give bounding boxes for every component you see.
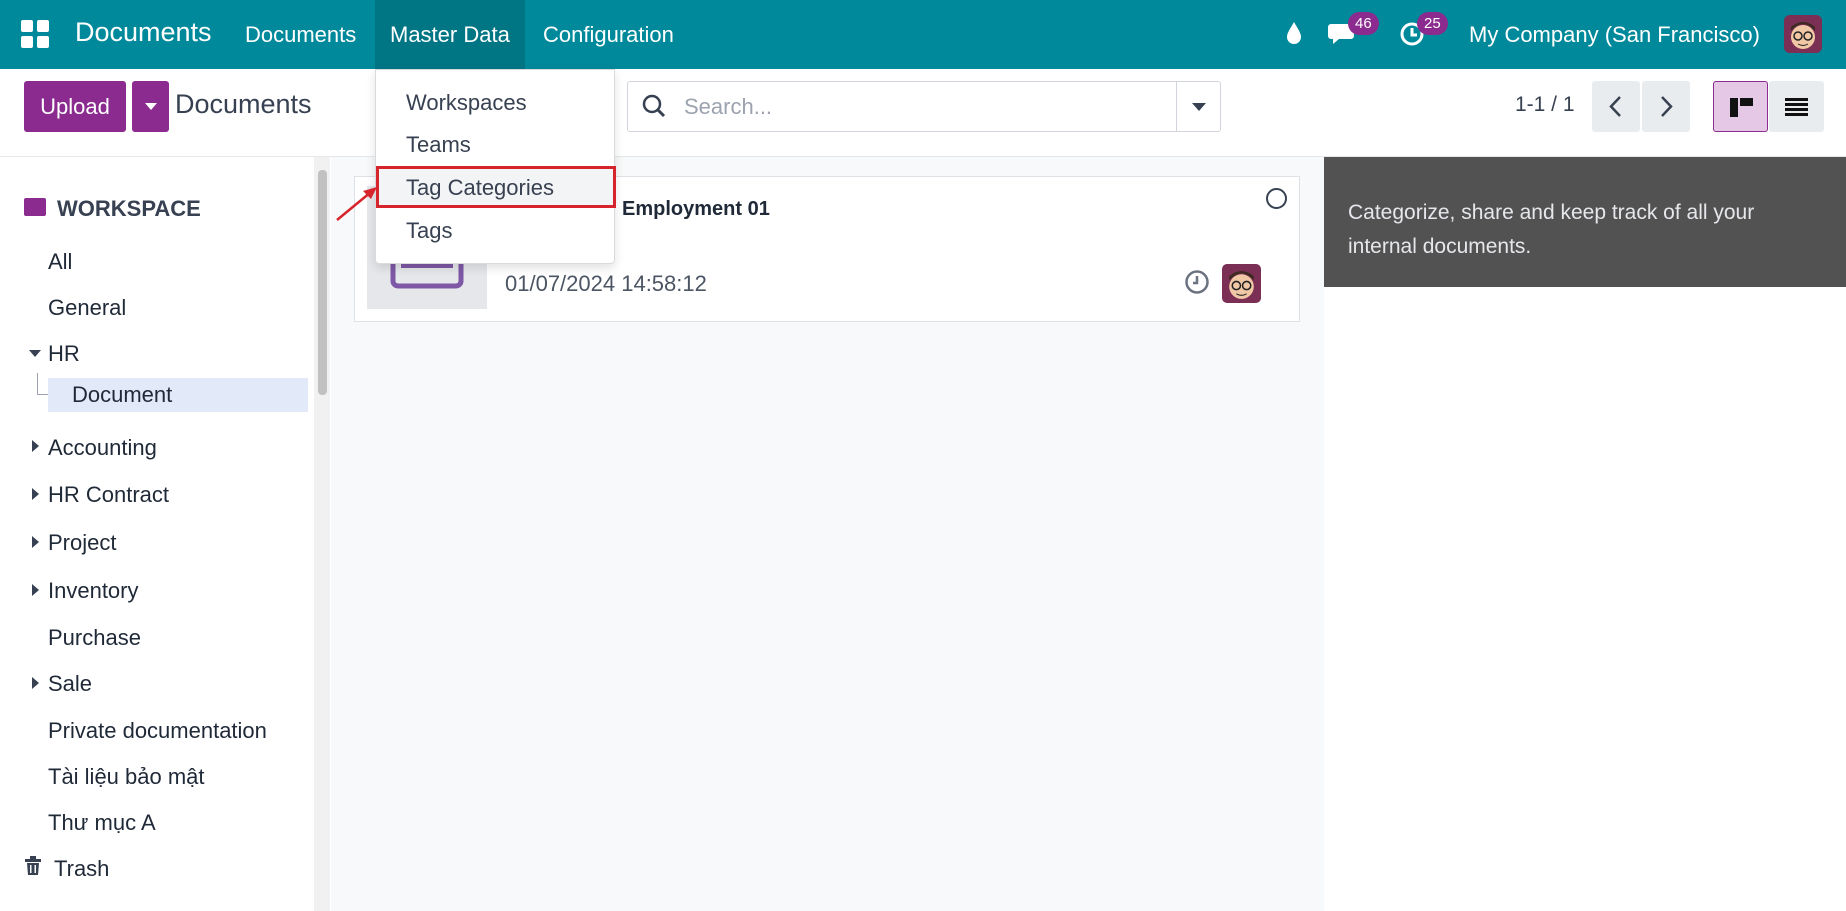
- annotation-arrow: [336, 187, 377, 221]
- sidebar-item-project[interactable]: Project: [48, 530, 116, 556]
- dropdown-item-tag-categories[interactable]: Tag Categories: [406, 175, 554, 201]
- pager-next-button[interactable]: [1642, 81, 1690, 132]
- document-date: 01/07/2024 14:58:12: [505, 271, 707, 296]
- sidebar-item-trash[interactable]: Trash: [54, 856, 109, 882]
- search-icon: [642, 94, 666, 118]
- folder-icon: [24, 198, 46, 216]
- workspace-header: WORKSPACE: [57, 196, 201, 221]
- menu-master-data[interactable]: Master Data: [375, 0, 525, 69]
- sidebar-item-sale[interactable]: Sale: [48, 671, 92, 697]
- user-avatar[interactable]: [1784, 15, 1822, 53]
- caret-right-icon[interactable]: [32, 584, 39, 596]
- company-switcher[interactable]: My Company (San Francisco): [1469, 22, 1760, 48]
- sidebar-scroll-thumb[interactable]: [318, 170, 327, 395]
- document-title[interactable]: Employment 01: [622, 198, 770, 221]
- apps-menu-icon[interactable]: [21, 20, 49, 48]
- search-options-toggle[interactable]: [1176, 81, 1221, 132]
- top-navbar: Documents Documents Master Data Configur…: [0, 0, 1846, 69]
- sidebar-item-hr[interactable]: HR: [48, 341, 80, 367]
- sidebar-item-all[interactable]: All: [48, 249, 72, 275]
- trash-icon: [25, 856, 41, 875]
- sidebar-item-thu-muc-a[interactable]: Thư mục A: [48, 810, 156, 836]
- activity-clock-icon[interactable]: [1184, 269, 1210, 295]
- sidebar-item-general[interactable]: General: [48, 295, 126, 321]
- sidebar-item-accounting[interactable]: Accounting: [48, 435, 157, 461]
- list-icon: [1785, 98, 1808, 116]
- app-brand[interactable]: Documents: [75, 17, 212, 48]
- master-data-dropdown: Workspaces Teams Tag Categories Tags: [375, 69, 616, 264]
- caret-right-icon[interactable]: [32, 677, 39, 689]
- kanban-icon: [1730, 98, 1753, 117]
- caret-right-icon[interactable]: [32, 440, 39, 452]
- activity-badge: 25: [1417, 12, 1448, 35]
- page-title: Documents: [175, 89, 312, 119]
- owner-avatar[interactable]: [1222, 264, 1261, 303]
- list-view-button[interactable]: [1769, 81, 1824, 132]
- sidebar-item-inventory[interactable]: Inventory: [48, 578, 139, 604]
- chevron-left-icon: [1609, 96, 1621, 117]
- menu-documents[interactable]: Documents: [230, 0, 371, 69]
- upload-options-button[interactable]: [132, 81, 169, 132]
- chat-badge: 46: [1348, 12, 1379, 35]
- caret-down-icon[interactable]: [29, 350, 41, 357]
- sidebar-item-document[interactable]: Document: [72, 382, 172, 408]
- control-panel: Upload Documents 1-1 / 1: [0, 69, 1846, 157]
- dropdown-item-teams[interactable]: Teams: [406, 132, 471, 158]
- chevron-right-icon: [1661, 96, 1673, 117]
- sidebar-item-hr-contract[interactable]: HR Contract: [48, 482, 169, 508]
- debug-droplet-icon[interactable]: [1284, 20, 1304, 46]
- help-text: Categorize, share and keep track of all …: [1348, 201, 1755, 258]
- document-select-checkbox[interactable]: [1266, 188, 1287, 209]
- sidebar-item-private-documentation[interactable]: Private documentation: [48, 718, 267, 744]
- upload-button[interactable]: Upload: [24, 81, 126, 132]
- search-bar: [627, 81, 1177, 132]
- caret-right-icon[interactable]: [32, 488, 39, 500]
- sidebar-item-purchase[interactable]: Purchase: [48, 625, 141, 651]
- pager-value[interactable]: 1-1 / 1: [1515, 93, 1575, 117]
- pager-previous-button[interactable]: [1592, 81, 1640, 132]
- menu-configuration[interactable]: Configuration: [528, 0, 689, 69]
- kanban-view-button[interactable]: [1713, 81, 1768, 132]
- dropdown-item-tags[interactable]: Tags: [406, 218, 452, 244]
- dropdown-item-workspaces[interactable]: Workspaces: [406, 90, 527, 116]
- search-input[interactable]: [684, 90, 1164, 124]
- caret-right-icon[interactable]: [32, 536, 39, 548]
- sidebar-item-tai-lieu-bao-mat[interactable]: Tài liệu bảo mật: [48, 764, 205, 790]
